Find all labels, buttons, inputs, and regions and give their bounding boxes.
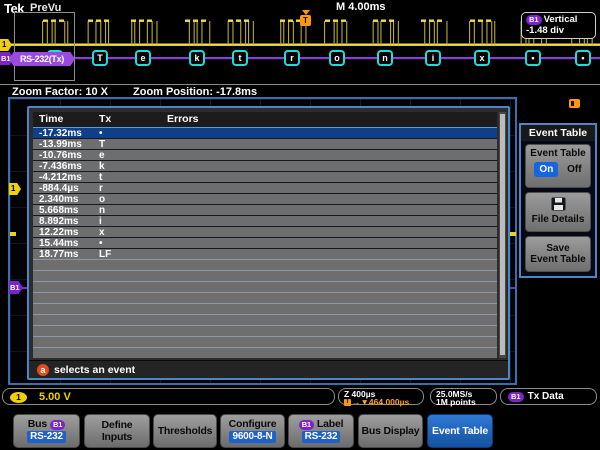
- bottom-softkey-menu: BusB1RS-232DefineInputsThresholdsConfigu…: [0, 413, 600, 450]
- table-scrollbar[interactable]: [499, 112, 506, 358]
- column-header-time: Time: [39, 113, 63, 125]
- save-event-table-button[interactable]: Save Event Table: [525, 236, 591, 272]
- table-row-empty: [33, 314, 497, 325]
- table-row[interactable]: -10.76mse: [33, 149, 497, 160]
- decoded-char-box: x: [474, 50, 490, 66]
- scrollbar-thumb[interactable]: [500, 114, 505, 355]
- zoom-scale-readout: Z 400µs T→▼464.000µs: [338, 388, 424, 405]
- softkey-configure[interactable]: Configure9600-8-N: [220, 414, 285, 448]
- column-header-tx: Tx: [99, 113, 111, 125]
- file-details-button[interactable]: File Details: [525, 192, 591, 232]
- waveform-overview: 1 B1 RS-232(Tx) Tektronix•• T B1Vertical…: [0, 12, 600, 84]
- softkey-label: Thresholds: [158, 426, 213, 437]
- table-row[interactable]: 8.892msi: [33, 215, 497, 226]
- softkey-label: Configure: [229, 419, 277, 430]
- event-table-popup: Time Tx Errors -17.32ms•-13.99msT-10.76m…: [27, 106, 510, 380]
- table-row[interactable]: 18.77msLF: [33, 248, 497, 259]
- softkey-bus-display[interactable]: Bus Display: [358, 414, 423, 448]
- table-row[interactable]: 15.44ms•: [33, 237, 497, 248]
- softkey-label: Define: [102, 420, 133, 431]
- table-row[interactable]: -4.212mst: [33, 171, 497, 182]
- softkey-sublabel: RS-232: [27, 431, 66, 443]
- b1-badge: B1: [508, 392, 524, 402]
- table-row[interactable]: -7.436msk: [33, 160, 497, 171]
- event-table-header: Time Tx Errors: [33, 112, 497, 127]
- b1-badge: B1: [50, 420, 65, 430]
- channel1-badge: 1: [10, 392, 27, 403]
- divider-line: [0, 84, 600, 85]
- decoded-char-box: k: [189, 50, 205, 66]
- toggle-off-option[interactable]: Off: [567, 164, 581, 175]
- table-row[interactable]: -13.99msT: [33, 138, 497, 149]
- table-row-empty: [33, 281, 497, 292]
- b1-vertical-readout: B1Vertical -1.48 div: [521, 12, 596, 39]
- readout-bar: 1 5.00 V Z 400µs T→▼464.000µs 25.0MS/s 1…: [0, 388, 600, 405]
- event-table-rows: -17.32ms•-13.99msT-10.76mse-7.436msk-4.2…: [33, 127, 497, 358]
- oscilloscope-screen: Tek PreVu M 4.00ms 1 B1 RS-232(Tx) Tektr…: [0, 0, 600, 450]
- softkey-event-table[interactable]: Event Table: [427, 414, 493, 448]
- decoded-char-box: e: [135, 50, 151, 66]
- trigger-position-icon: T: [300, 12, 312, 26]
- table-row-empty: [33, 292, 497, 303]
- bus-source-readout: B1 Tx Data: [500, 388, 597, 405]
- channel1-scale-value: 5.00 V: [39, 391, 71, 403]
- bus-b1-marker: B1: [9, 281, 23, 294]
- column-header-errors: Errors: [167, 113, 199, 125]
- decoded-char-box: n: [377, 50, 393, 66]
- table-row-empty: [33, 270, 497, 281]
- side-menu-title: Event Table: [521, 125, 595, 141]
- table-row-empty: [33, 336, 497, 347]
- softkey-label: Bus Display: [362, 426, 420, 437]
- table-row-empty: [33, 303, 497, 314]
- table-row[interactable]: 12.22msx: [33, 226, 497, 237]
- softkey-bus[interactable]: BusB1RS-232: [13, 414, 80, 448]
- event-table-toggle-button[interactable]: Event Table On Off: [525, 144, 591, 188]
- decoded-char-box: o: [329, 50, 345, 66]
- floppy-disk-icon: [551, 197, 566, 211]
- main-graticule: 1 B1 Time Tx Errors -17.32ms•-13.99msT-1…: [8, 97, 517, 385]
- b1-badge: B1: [526, 15, 542, 25]
- side-menu-panel: Event Table Event Table On Off File Deta…: [519, 123, 597, 278]
- softkey-sublabel: RS-232: [302, 431, 341, 443]
- table-row-empty: [33, 347, 497, 358]
- table-row[interactable]: 5.668msn: [33, 204, 497, 215]
- trigger-icon: T: [344, 399, 351, 406]
- channel1-marker: 1: [9, 183, 21, 195]
- table-row-empty: [33, 259, 497, 270]
- sample-rate-readout: 25.0MS/s 1M points: [430, 388, 497, 405]
- zoom-window-bracket[interactable]: [14, 12, 75, 81]
- menu-marker-icon: [569, 99, 580, 108]
- channel-level-tick: [510, 232, 516, 236]
- softkey-label: Label: [317, 419, 343, 430]
- decoded-char-box: T: [92, 50, 108, 66]
- decoded-char-box: i: [425, 50, 441, 66]
- softkey-sublabel: 9600-8-N: [229, 431, 275, 443]
- softkey-label[interactable]: B1LabelRS-232: [288, 414, 354, 448]
- b1-badge: B1: [299, 420, 314, 430]
- decoded-char-box: r: [284, 50, 300, 66]
- channel-level-tick: [10, 232, 16, 236]
- toggle-on-option[interactable]: On: [534, 162, 558, 177]
- softkey-sublabel: Inputs: [102, 432, 132, 443]
- table-row[interactable]: 2.340mso: [33, 193, 497, 204]
- table-row[interactable]: -17.32ms•: [33, 127, 497, 138]
- decoded-char-box: •: [575, 50, 591, 66]
- knob-hint-bar: a selects an event: [29, 360, 508, 378]
- bus-decode-label: RS-232(Tx): [9, 52, 75, 66]
- softkey-thresholds[interactable]: Thresholds: [153, 414, 217, 448]
- decoded-char-box: t: [232, 50, 248, 66]
- knob-a-icon: a: [37, 364, 49, 376]
- decoded-char-box: •: [525, 50, 541, 66]
- softkey-label: Event Table: [432, 426, 488, 437]
- channel1-readout: 1 5.00 V: [2, 388, 335, 405]
- softkey-define-inputs[interactable]: DefineInputs: [84, 414, 150, 448]
- table-row[interactable]: -884.4µsr: [33, 182, 497, 193]
- softkey-label: Bus: [28, 419, 47, 430]
- table-row-empty: [33, 325, 497, 336]
